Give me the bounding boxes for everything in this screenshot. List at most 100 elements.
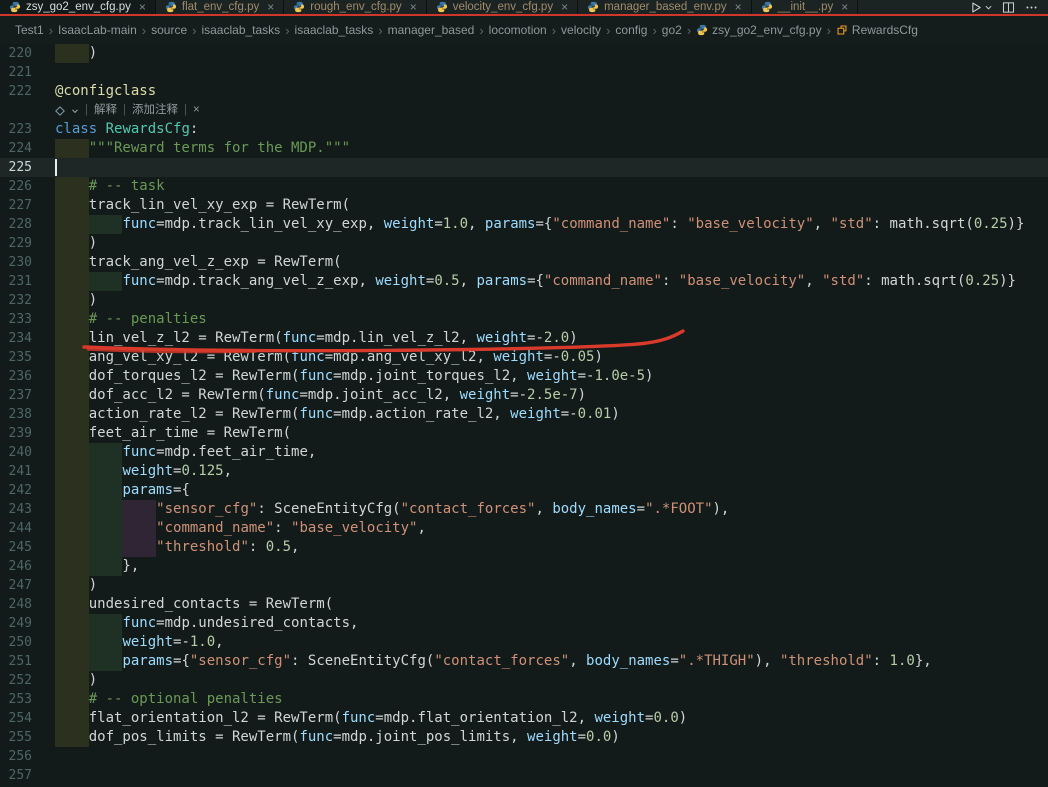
code-line-239[interactable]: 239 feet_air_time = RewTerm( bbox=[0, 424, 1048, 443]
line-number[interactable]: 235 bbox=[0, 348, 55, 367]
line-number[interactable]: 221 bbox=[0, 63, 55, 82]
line-number[interactable]: 232 bbox=[0, 291, 55, 310]
line-number[interactable]: 242 bbox=[0, 481, 55, 500]
line-number[interactable]: 223 bbox=[0, 120, 55, 139]
codelens-add-comment-button[interactable]: 添加注释 bbox=[132, 101, 178, 120]
code-line-226[interactable]: 226 # -- task bbox=[0, 177, 1048, 196]
code-line-252[interactable]: 252 ) bbox=[0, 671, 1048, 690]
code-line-248[interactable]: 248 undesired_contacts = RewTerm( bbox=[0, 595, 1048, 614]
line-number[interactable]: 224 bbox=[0, 139, 55, 158]
codelens-row[interactable]: | 解释 | 添加注释 | × bbox=[0, 101, 1048, 120]
code-line-243[interactable]: 243 "sensor_cfg": SceneEntityCfg("contac… bbox=[0, 500, 1048, 519]
line-number[interactable]: 225 bbox=[0, 158, 55, 177]
close-icon[interactable]: × bbox=[139, 1, 146, 13]
line-number[interactable]: 234 bbox=[0, 329, 55, 348]
code-line-255[interactable]: 255 dof_pos_limits = RewTerm(func=mdp.jo… bbox=[0, 728, 1048, 747]
code-line-229[interactable]: 229 ) bbox=[0, 234, 1048, 253]
code-line-250[interactable]: 250 weight=-1.0, bbox=[0, 633, 1048, 652]
breadcrumb-item[interactable]: IsaacLab-main bbox=[58, 23, 137, 37]
tab-velocity_env_cfg.py[interactable]: velocity_env_cfg.py × bbox=[427, 0, 579, 14]
code-line-233[interactable]: 233 # -- penalties bbox=[0, 310, 1048, 329]
code-line-231[interactable]: 231 func=mdp.track_ang_vel_z_exp, weight… bbox=[0, 272, 1048, 291]
codelens-explain-button[interactable]: 解释 bbox=[94, 101, 117, 120]
breadcrumb-item[interactable]: go2 bbox=[662, 23, 682, 37]
line-number[interactable]: 228 bbox=[0, 215, 55, 234]
line-number[interactable]: 238 bbox=[0, 405, 55, 424]
code-line-249[interactable]: 249 func=mdp.undesired_contacts, bbox=[0, 614, 1048, 633]
line-number[interactable]: 236 bbox=[0, 367, 55, 386]
code-line-228[interactable]: 228 func=mdp.track_lin_vel_xy_exp, weigh… bbox=[0, 215, 1048, 234]
line-number[interactable]: 250 bbox=[0, 633, 55, 652]
line-number[interactable]: 248 bbox=[0, 595, 55, 614]
codelens-close-button[interactable]: × bbox=[193, 101, 200, 120]
breadcrumb-item[interactable]: velocity bbox=[561, 23, 601, 37]
code-line-223[interactable]: 223 class RewardsCfg: bbox=[0, 120, 1048, 139]
line-number[interactable]: 252 bbox=[0, 671, 55, 690]
line-number[interactable]: 243 bbox=[0, 500, 55, 519]
code-line-247[interactable]: 247 ) bbox=[0, 576, 1048, 595]
breadcrumb-symbol[interactable]: RewardsCfg bbox=[836, 23, 918, 37]
line-number[interactable]: 231 bbox=[0, 272, 55, 291]
breadcrumb-item[interactable]: isaaclab_tasks bbox=[201, 23, 280, 37]
line-number[interactable]: 239 bbox=[0, 424, 55, 443]
chevron-down-icon[interactable] bbox=[71, 107, 79, 115]
breadcrumb-item[interactable]: isaaclab_tasks bbox=[295, 23, 374, 37]
tab-flat_env_cfg.py[interactable]: flat_env_cfg.py × bbox=[156, 0, 285, 14]
code-line-235[interactable]: 235 ang_vel_xy_l2 = RewTerm(func=mdp.ang… bbox=[0, 348, 1048, 367]
line-number[interactable]: 246 bbox=[0, 557, 55, 576]
tab-zsy_go2_env_cfg.py[interactable]: zsy_go2_env_cfg.py × bbox=[0, 0, 156, 14]
close-icon[interactable]: × bbox=[410, 1, 417, 13]
code-line-220[interactable]: 220 ) bbox=[0, 44, 1048, 63]
code-line-240[interactable]: 240 func=mdp.feet_air_time, bbox=[0, 443, 1048, 462]
close-icon[interactable]: × bbox=[561, 1, 568, 13]
line-number[interactable]: 251 bbox=[0, 652, 55, 671]
line-number[interactable]: 227 bbox=[0, 196, 55, 215]
breadcrumb-item[interactable]: locomotion bbox=[489, 23, 547, 37]
code-line-246[interactable]: 246 }, bbox=[0, 557, 1048, 576]
code-line-222[interactable]: 222 @configclass bbox=[0, 82, 1048, 101]
close-icon[interactable]: × bbox=[841, 1, 848, 13]
code-line-227[interactable]: 227 track_lin_vel_xy_exp = RewTerm( bbox=[0, 196, 1048, 215]
line-number[interactable]: 244 bbox=[0, 519, 55, 538]
line-number[interactable]: 253 bbox=[0, 690, 55, 709]
line-number[interactable]: 226 bbox=[0, 177, 55, 196]
code-line-253[interactable]: 253 # -- optional penalties bbox=[0, 690, 1048, 709]
line-number[interactable]: 245 bbox=[0, 538, 55, 557]
breadcrumb-item[interactable]: config bbox=[615, 23, 647, 37]
code-line-221[interactable]: 221 bbox=[0, 63, 1048, 82]
code-line-254[interactable]: 254 flat_orientation_l2 = RewTerm(func=m… bbox=[0, 709, 1048, 728]
breadcrumb-item[interactable]: manager_based bbox=[388, 23, 475, 37]
code-line-257[interactable]: 257 bbox=[0, 766, 1048, 785]
line-number[interactable]: 254 bbox=[0, 709, 55, 728]
line-number[interactable] bbox=[0, 101, 55, 120]
breadcrumb-file[interactable]: zsy_go2_env_cfg.py bbox=[696, 23, 822, 37]
code-line-242[interactable]: 242 params={ bbox=[0, 481, 1048, 500]
close-icon[interactable]: × bbox=[267, 1, 274, 13]
code-line-232[interactable]: 232 ) bbox=[0, 291, 1048, 310]
tab-rough_env_cfg.py[interactable]: rough_env_cfg.py × bbox=[284, 0, 427, 14]
line-number[interactable]: 230 bbox=[0, 253, 55, 272]
line-number[interactable]: 256 bbox=[0, 747, 55, 766]
tab-__init__.py[interactable]: __init__.py × bbox=[752, 0, 859, 14]
tab-manager_based_env.py[interactable]: manager_based_env.py × bbox=[578, 0, 752, 14]
line-number[interactable]: 240 bbox=[0, 443, 55, 462]
breadcrumb-item[interactable]: Test1 bbox=[15, 23, 44, 37]
run-python-file-button[interactable] bbox=[970, 1, 992, 14]
close-icon[interactable]: × bbox=[735, 1, 742, 13]
breadcrumb-item[interactable]: source bbox=[151, 23, 187, 37]
line-number[interactable]: 229 bbox=[0, 234, 55, 253]
code-line-256[interactable]: 256 bbox=[0, 747, 1048, 766]
line-number[interactable]: 249 bbox=[0, 614, 55, 633]
line-number[interactable]: 241 bbox=[0, 462, 55, 481]
code-line-230[interactable]: 230 track_ang_vel_z_exp = RewTerm( bbox=[0, 253, 1048, 272]
line-number[interactable]: 237 bbox=[0, 386, 55, 405]
code-line-245[interactable]: 245 "threshold": 0.5, bbox=[0, 538, 1048, 557]
codelens-logo-icon[interactable] bbox=[55, 105, 65, 116]
line-number[interactable]: 255 bbox=[0, 728, 55, 747]
more-actions-button[interactable] bbox=[1025, 1, 1038, 14]
code-line-236[interactable]: 236 dof_torques_l2 = RewTerm(func=mdp.jo… bbox=[0, 367, 1048, 386]
code-line-238[interactable]: 238 action_rate_l2 = RewTerm(func=mdp.ac… bbox=[0, 405, 1048, 424]
code-line-237[interactable]: 237 dof_acc_l2 = RewTerm(func=mdp.joint_… bbox=[0, 386, 1048, 405]
code-line-234[interactable]: 234 lin_vel_z_l2 = RewTerm(func=mdp.lin_… bbox=[0, 329, 1048, 348]
code-line-241[interactable]: 241 weight=0.125, bbox=[0, 462, 1048, 481]
